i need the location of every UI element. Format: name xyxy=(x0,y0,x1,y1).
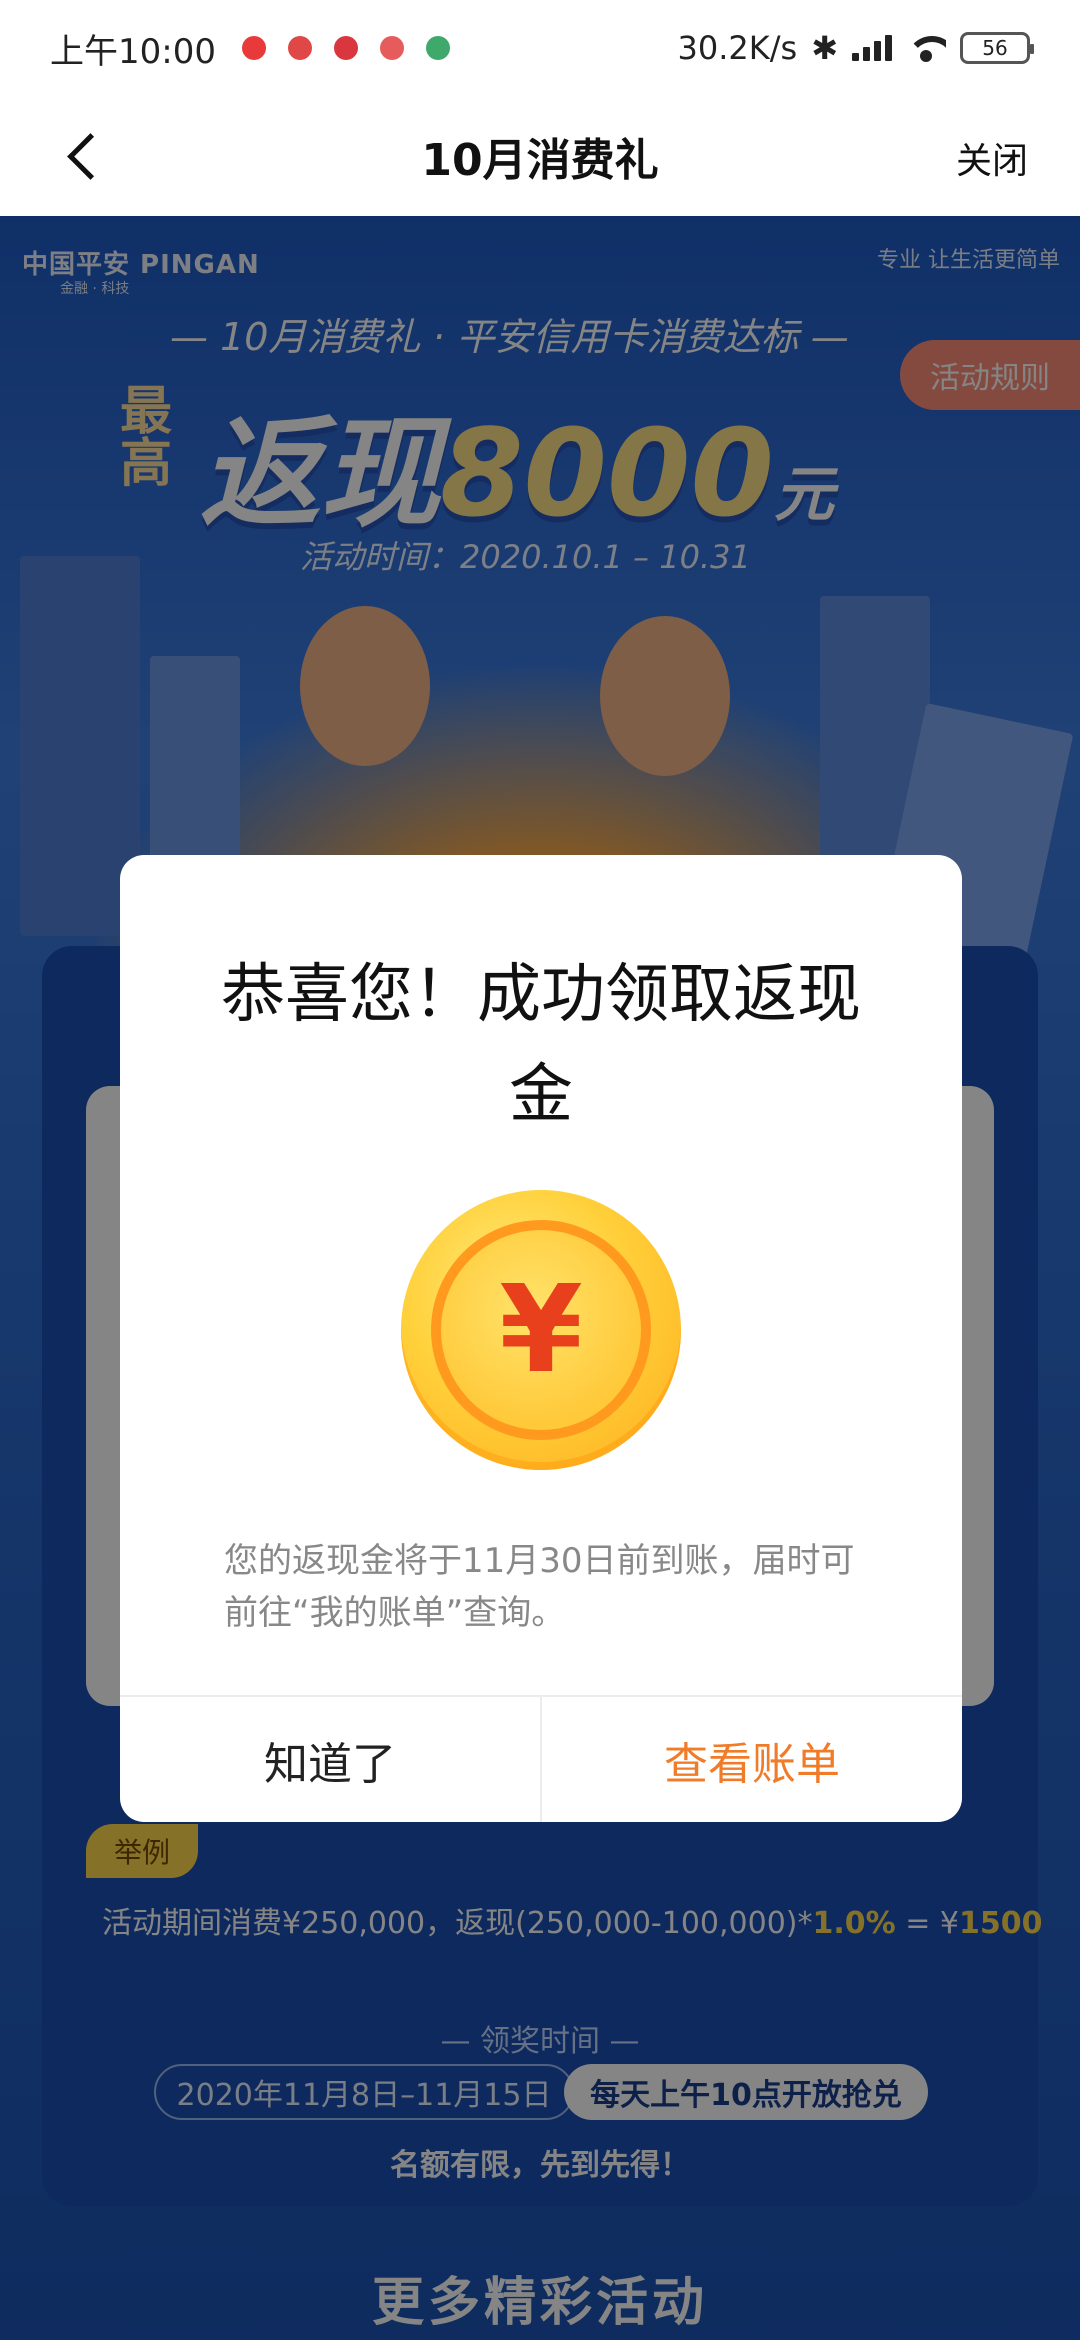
close-button[interactable]: 关闭 xyxy=(956,132,1028,184)
got-it-button[interactable]: 知道了 xyxy=(120,1697,542,1822)
yen-symbol: ¥ xyxy=(499,1260,583,1400)
app-notification-icon xyxy=(333,36,358,60)
dialog-title: 恭喜您！成功领取返现金 xyxy=(221,958,861,1132)
wifi-icon xyxy=(906,34,946,62)
success-dialog: 恭喜您！成功领取返现金 ¥ 您的返现金将于11月30日前到账，届时可前往“我的账… xyxy=(120,855,962,1822)
app-notification-icon xyxy=(379,36,404,60)
net-speed: 30.2K/s xyxy=(677,29,798,67)
back-arrow-icon[interactable] xyxy=(60,126,120,186)
app-notification-icon xyxy=(287,36,312,60)
coin-icon: ¥ xyxy=(401,1190,681,1470)
app-notification-icon xyxy=(425,36,450,60)
status-bar: 上午10:00 30.2K/s ✱ 56 xyxy=(0,0,1080,96)
bluetooth-icon: ✱ xyxy=(811,29,838,67)
status-time: 上午10:00 xyxy=(50,31,216,72)
dialog-buttons: 知道了 查看账单 xyxy=(120,1695,962,1822)
signal-icon xyxy=(852,35,892,61)
nav-bar: 10月消费礼 关闭 xyxy=(0,96,1080,216)
app-notification-icon xyxy=(241,36,266,60)
status-right: 30.2K/s ✱ 56 xyxy=(677,29,1034,67)
dialog-message: 您的返现金将于11月30日前到账，届时可前往“我的账单”查询。 xyxy=(224,1541,855,1633)
view-bill-button[interactable]: 查看账单 xyxy=(542,1697,962,1822)
battery-icon: 56 xyxy=(960,32,1034,64)
page-title: 10月消费礼 xyxy=(421,135,659,186)
notification-icons xyxy=(241,36,450,60)
